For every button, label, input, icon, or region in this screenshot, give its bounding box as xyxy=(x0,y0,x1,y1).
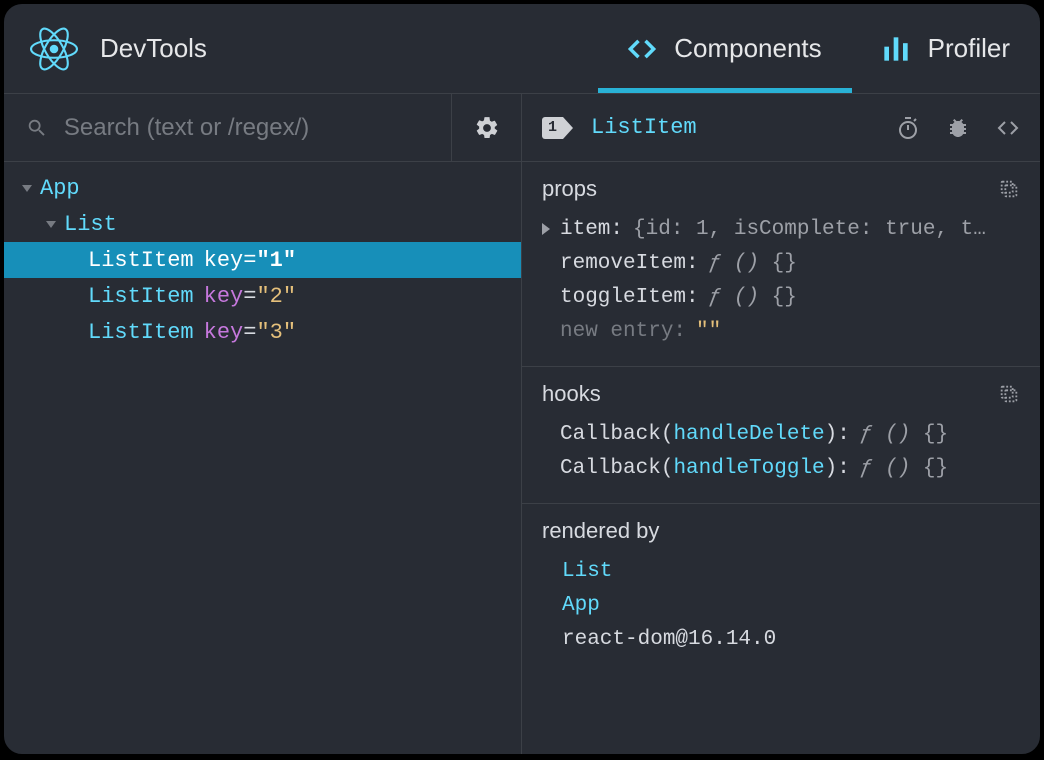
gear-icon xyxy=(474,115,500,141)
tree-node-listitem-2[interactable]: ListItem key="2" xyxy=(4,278,521,314)
tabs: Components Profiler xyxy=(598,4,1040,93)
body: App List ListItem key="1" ListItem key="… xyxy=(4,94,1040,754)
tree-node-listitem-3[interactable]: ListItem key="3" xyxy=(4,314,521,350)
tree-node-app[interactable]: App xyxy=(4,170,521,206)
caret-right-icon xyxy=(542,223,550,235)
settings-button[interactable] xyxy=(451,94,521,161)
caret-down-icon xyxy=(22,185,32,192)
tab-profiler-label: Profiler xyxy=(928,33,1010,64)
prop-toggleItem[interactable]: toggleItem: ƒ () {} xyxy=(542,280,1020,314)
selected-component-name: ListItem xyxy=(591,115,870,140)
hooks-section: hooks Callback(handleDelete): ƒ () {} Ca… xyxy=(522,367,1040,504)
copy-icon[interactable] xyxy=(998,178,1020,200)
detail-header: 1 ListItem xyxy=(522,94,1040,162)
react-logo-icon xyxy=(30,25,78,73)
stopwatch-icon[interactable] xyxy=(896,116,920,140)
tab-components[interactable]: Components xyxy=(598,4,851,93)
code-brackets-icon xyxy=(628,35,656,63)
rendered-by-app[interactable]: App xyxy=(542,588,1020,622)
search-box xyxy=(4,114,451,142)
id-badge: 1 xyxy=(542,117,573,139)
titlebar: DevTools Components Profiler xyxy=(4,4,1040,94)
prop-new-entry[interactable]: new entry: "" xyxy=(542,314,1020,348)
bug-icon[interactable] xyxy=(946,116,970,140)
rendered-by-reactdom: react-dom@16.14.0 xyxy=(542,622,1020,656)
tab-components-label: Components xyxy=(674,33,821,64)
hook-callback-2[interactable]: Callback(handleToggle): ƒ () {} xyxy=(542,451,1020,485)
rendered-by-section: rendered by List App react-dom@16.14.0 xyxy=(522,504,1040,674)
hooks-heading: hooks xyxy=(542,381,1020,407)
detail-pane: 1 ListItem props xyxy=(522,94,1040,754)
brand-title: DevTools xyxy=(100,33,207,64)
view-source-icon[interactable] xyxy=(996,116,1020,140)
search-row xyxy=(4,94,521,162)
hook-callback-1[interactable]: Callback(handleDelete): ƒ () {} xyxy=(542,417,1020,451)
component-tree: App List ListItem key="1" ListItem key="… xyxy=(4,162,521,350)
prop-removeItem[interactable]: removeItem: ƒ () {} xyxy=(542,246,1020,280)
search-input[interactable] xyxy=(64,114,451,142)
copy-icon[interactable] xyxy=(998,383,1020,405)
rendered-by-heading: rendered by xyxy=(542,518,1020,544)
tree-node-list[interactable]: List xyxy=(4,206,521,242)
tree-pane: App List ListItem key="1" ListItem key="… xyxy=(4,94,522,754)
caret-down-icon xyxy=(46,221,56,228)
tab-profiler[interactable]: Profiler xyxy=(852,4,1040,93)
devtools-window: DevTools Components Profiler xyxy=(2,2,1042,756)
props-section: props item: {id: 1, isComplete: true, t…… xyxy=(522,162,1040,367)
brand: DevTools xyxy=(4,25,598,73)
props-heading: props xyxy=(542,176,1020,202)
rendered-by-list[interactable]: List xyxy=(542,554,1020,588)
tree-node-listitem-1[interactable]: ListItem key="1" xyxy=(4,242,521,278)
prop-item[interactable]: item: {id: 1, isComplete: true, t… xyxy=(542,212,1020,246)
search-icon xyxy=(26,116,48,140)
bars-icon xyxy=(882,35,910,63)
